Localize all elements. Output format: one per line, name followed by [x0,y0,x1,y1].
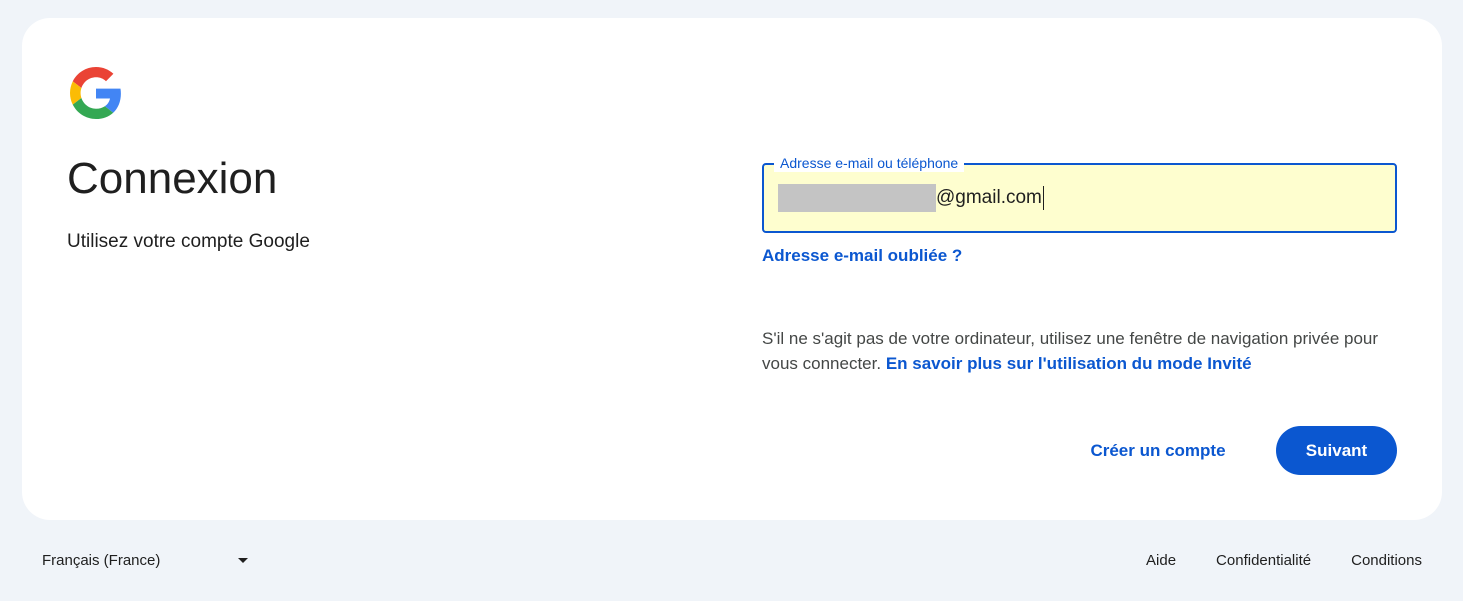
email-domain-text: @gmail.com [936,187,1042,208]
guest-mode-learn-more-link[interactable]: En savoir plus sur l'utilisation du mode… [886,354,1252,373]
redacted-username [778,184,936,212]
google-g-icon [70,67,121,119]
footer-link-help[interactable]: Aide [1146,552,1176,569]
language-select[interactable]: Français (France) [30,544,258,576]
email-field-label: Adresse e-mail ou téléphone [774,154,965,172]
footer-link-terms[interactable]: Conditions [1351,552,1422,569]
footer: Français (France) Aide Confidentialité C… [0,540,1463,580]
email-field-value[interactable]: @gmail.com [778,183,1044,213]
page-title: Connexion [67,154,278,203]
text-caret [1042,186,1044,210]
signin-card: Connexion Utilisez votre compte Google A… [22,18,1442,520]
guest-mode-notice: S'il ne s'agit pas de votre ordinateur, … [762,326,1382,376]
language-select-value: Français (France) [42,551,161,569]
create-account-button[interactable]: Créer un compte [1070,427,1246,475]
footer-link-privacy[interactable]: Confidentialité [1216,552,1311,569]
page-subtitle: Utilisez votre compte Google [67,231,310,252]
email-field[interactable]: Adresse e-mail ou téléphone @gmail.com [762,154,1397,233]
footer-links: Aide Confidentialité Conditions [1106,544,1422,576]
next-button[interactable]: Suivant [1276,426,1397,475]
caret-down-icon [238,558,248,563]
forgot-email-link[interactable]: Adresse e-mail oubliée ? [762,246,962,266]
